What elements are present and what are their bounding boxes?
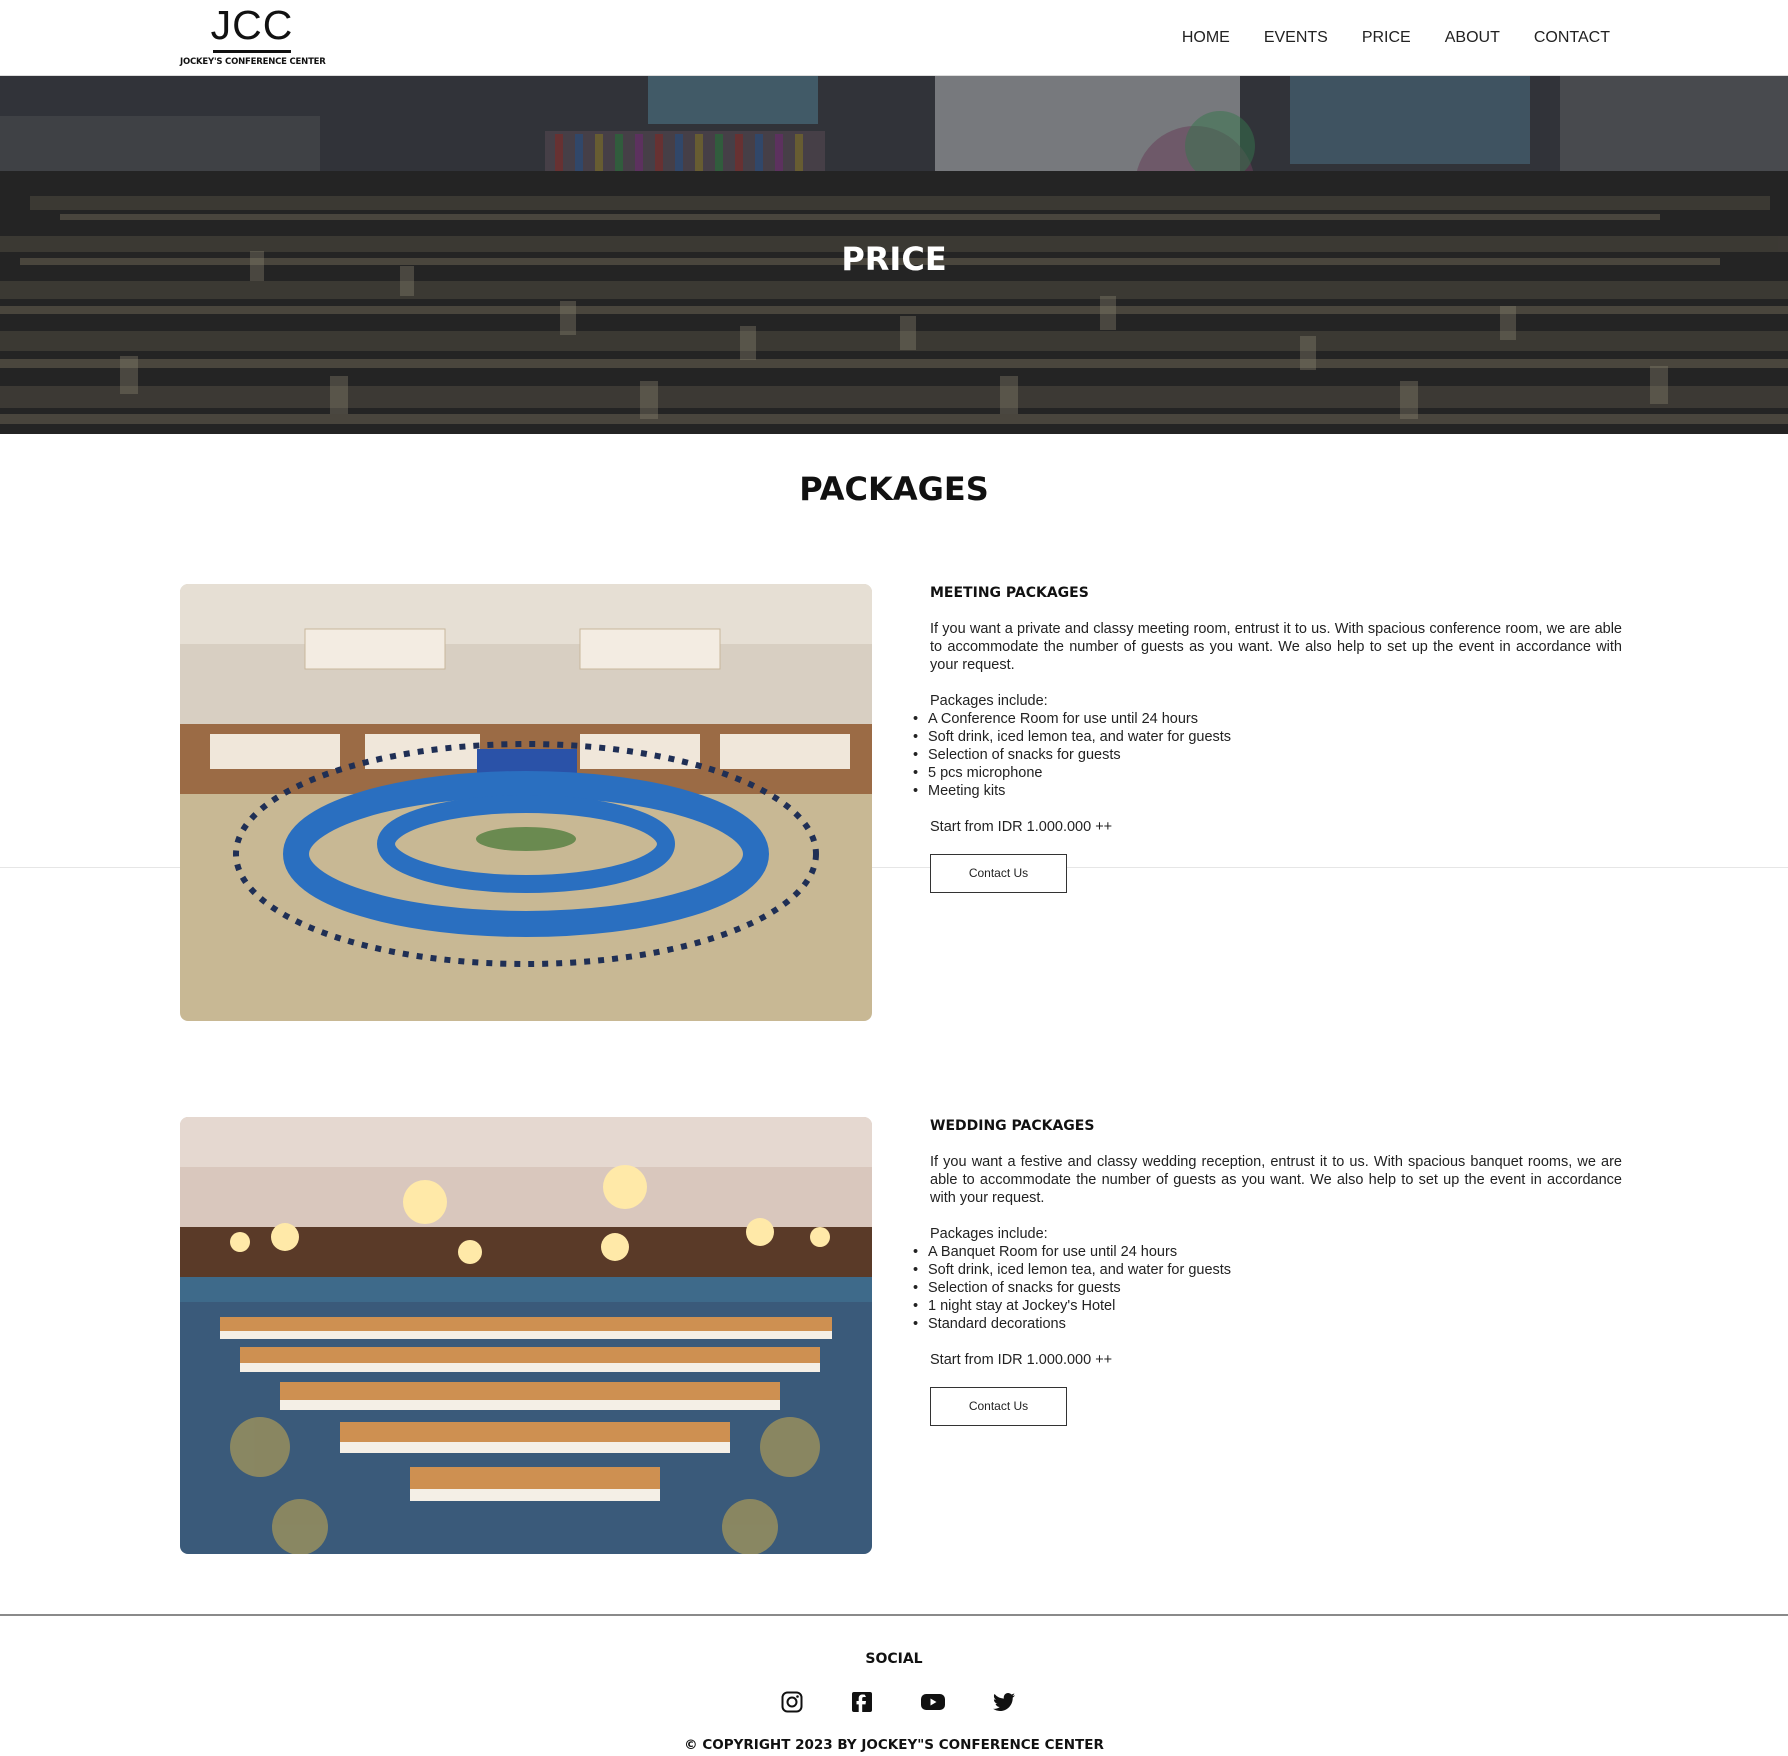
meeting-include-label: Packages include: [930,693,1048,709]
footer-social-title: SOCIAL [865,1651,923,1667]
wedding-package-details: WEDDING PACKAGES If you want a festive a… [913,1117,1622,1426]
wedding-contact-button[interactable]: Contact Us [930,1387,1067,1426]
meeting-package-price: Start from IDR 1.000.000 ++ [930,819,1113,835]
logo-mark: JCC [210,2,294,48]
wedding-package-title: WEDDING PACKAGES [930,1118,1095,1134]
meeting-package-image [180,584,872,1021]
meeting-package-details: MEETING PACKAGES If you want a private a… [913,584,1622,893]
instagram-icon[interactable] [780,1690,804,1719]
nav-events[interactable]: EVENTS [1264,29,1328,47]
facebook-icon[interactable] [850,1690,874,1719]
nav-price[interactable]: PRICE [1362,29,1411,47]
logo-underline [213,50,291,53]
packages-title: PACKAGES [799,470,989,508]
meeting-package-description: If you want a private and classy meeting… [930,621,1622,673]
list-item: Meeting kits [913,782,1622,800]
list-item: 5 pcs microphone [913,764,1622,782]
hero-banner: PRICE [0,76,1788,434]
nav-about[interactable]: ABOUT [1445,29,1500,47]
meeting-include-list: A Conference Room for use until 24 hours… [913,710,1622,800]
nav-contact[interactable]: CONTACT [1534,29,1610,47]
youtube-icon[interactable] [920,1690,946,1719]
social-icons [780,1690,1016,1719]
list-item: A Banquet Room for use until 24 hours [913,1243,1622,1261]
list-item: 1 night stay at Jockey's Hotel [913,1297,1622,1315]
site-header: JCC JOCKEY'S CONFERENCE CENTER HOME EVEN… [0,0,1788,76]
list-item: Soft drink, iced lemon tea, and water fo… [913,728,1622,746]
wedding-package-price: Start from IDR 1.000.000 ++ [930,1352,1113,1368]
list-item: Selection of snacks for guests [913,746,1622,764]
list-item: Soft drink, iced lemon tea, and water fo… [913,1261,1622,1279]
hero-title: PRICE [841,240,947,278]
wedding-package-description: If you want a festive and classy wedding… [930,1154,1622,1206]
main-nav: HOME EVENTS PRICE ABOUT CONTACT [1148,0,1610,76]
twitter-icon[interactable] [992,1690,1016,1719]
footer-divider [0,1614,1788,1616]
list-item: Standard decorations [913,1315,1622,1333]
list-item: A Conference Room for use until 24 hours [913,710,1622,728]
site-logo[interactable]: JCC JOCKEY'S CONFERENCE CENTER [180,2,326,67]
wedding-include-list: A Banquet Room for use until 24 hours So… [913,1243,1622,1333]
copyright-text: © COPYRIGHT 2023 BY JOCKEY"S CONFERENCE … [684,1737,1104,1753]
meeting-package-title: MEETING PACKAGES [930,585,1089,601]
wedding-include-label: Packages include: [930,1226,1048,1242]
nav-home[interactable]: HOME [1182,29,1230,47]
list-item: Selection of snacks for guests [913,1279,1622,1297]
meeting-contact-button[interactable]: Contact Us [930,854,1067,893]
logo-subtitle: JOCKEY'S CONFERENCE CENTER [180,57,326,67]
wedding-package-image [180,1117,872,1554]
